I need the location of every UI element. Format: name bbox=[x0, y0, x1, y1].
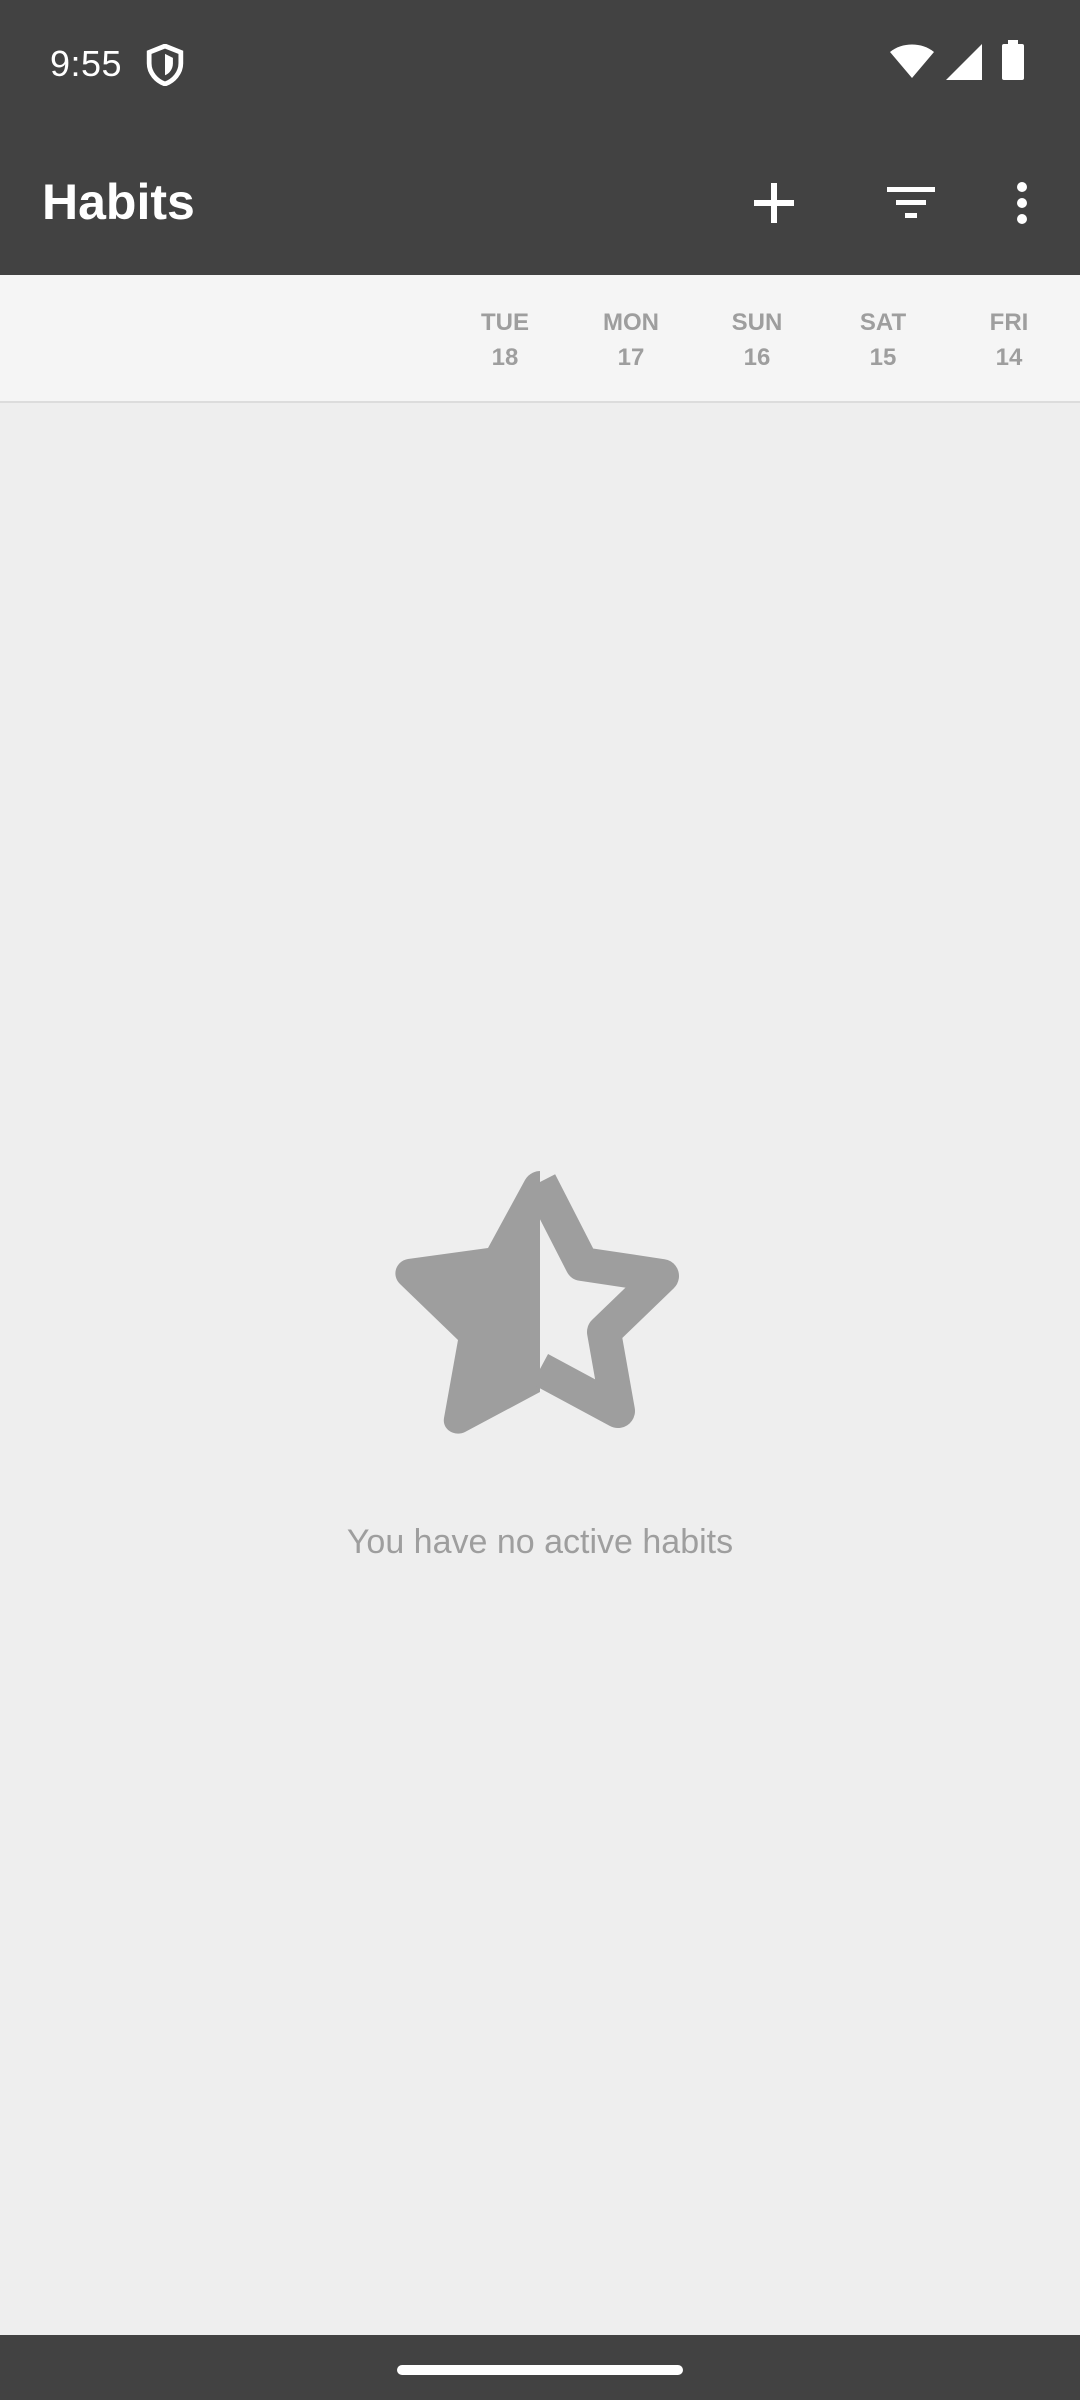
status-icons bbox=[860, 40, 1080, 88]
filter-button[interactable] bbox=[866, 158, 956, 248]
day-column-1: MON 17 bbox=[576, 305, 686, 375]
app-bar: Habits bbox=[0, 130, 1080, 275]
day-weekday: SUN bbox=[731, 309, 783, 336]
shield-icon bbox=[146, 44, 184, 86]
day-weekday: FRI bbox=[989, 309, 1029, 336]
day-date: 16 bbox=[743, 344, 771, 371]
empty-state: You have no active habits bbox=[0, 1170, 1080, 1564]
day-column-3: SAT 15 bbox=[828, 305, 938, 375]
status-time: 9:55 bbox=[50, 43, 123, 84]
battery-icon bbox=[1002, 40, 1024, 80]
empty-message: You have no active habits bbox=[346, 1523, 734, 1561]
add-habit-button[interactable] bbox=[729, 158, 819, 248]
signal-icon bbox=[946, 44, 982, 80]
day-date: 18 bbox=[491, 344, 519, 371]
day-weekday: MON bbox=[603, 309, 659, 336]
add-icon bbox=[754, 183, 794, 223]
star-half-icon bbox=[395, 1171, 679, 1434]
day-date: 17 bbox=[617, 344, 645, 371]
day-weekday: TUE bbox=[481, 309, 529, 336]
page-title: Habits bbox=[42, 174, 195, 230]
status-bar: 9:55 bbox=[0, 0, 1080, 130]
home-gesture-handle[interactable] bbox=[397, 2365, 683, 2375]
day-date: 14 bbox=[995, 344, 1023, 371]
day-date: 15 bbox=[869, 344, 897, 371]
day-column-0: TUE 18 bbox=[450, 305, 560, 375]
day-weekday: SAT bbox=[859, 309, 907, 336]
day-header: TUE 18 MON 17 SUN 16 SAT 15 FRI 14 bbox=[0, 275, 1080, 403]
navigation-bar bbox=[0, 2335, 1080, 2400]
wifi-icon bbox=[890, 44, 934, 78]
filter-icon bbox=[887, 187, 935, 218]
day-column-4: FRI 14 bbox=[954, 305, 1064, 375]
more-options-button[interactable] bbox=[977, 158, 1067, 248]
more-vert-icon bbox=[1017, 182, 1027, 224]
day-column-2: SUN 16 bbox=[702, 305, 812, 375]
